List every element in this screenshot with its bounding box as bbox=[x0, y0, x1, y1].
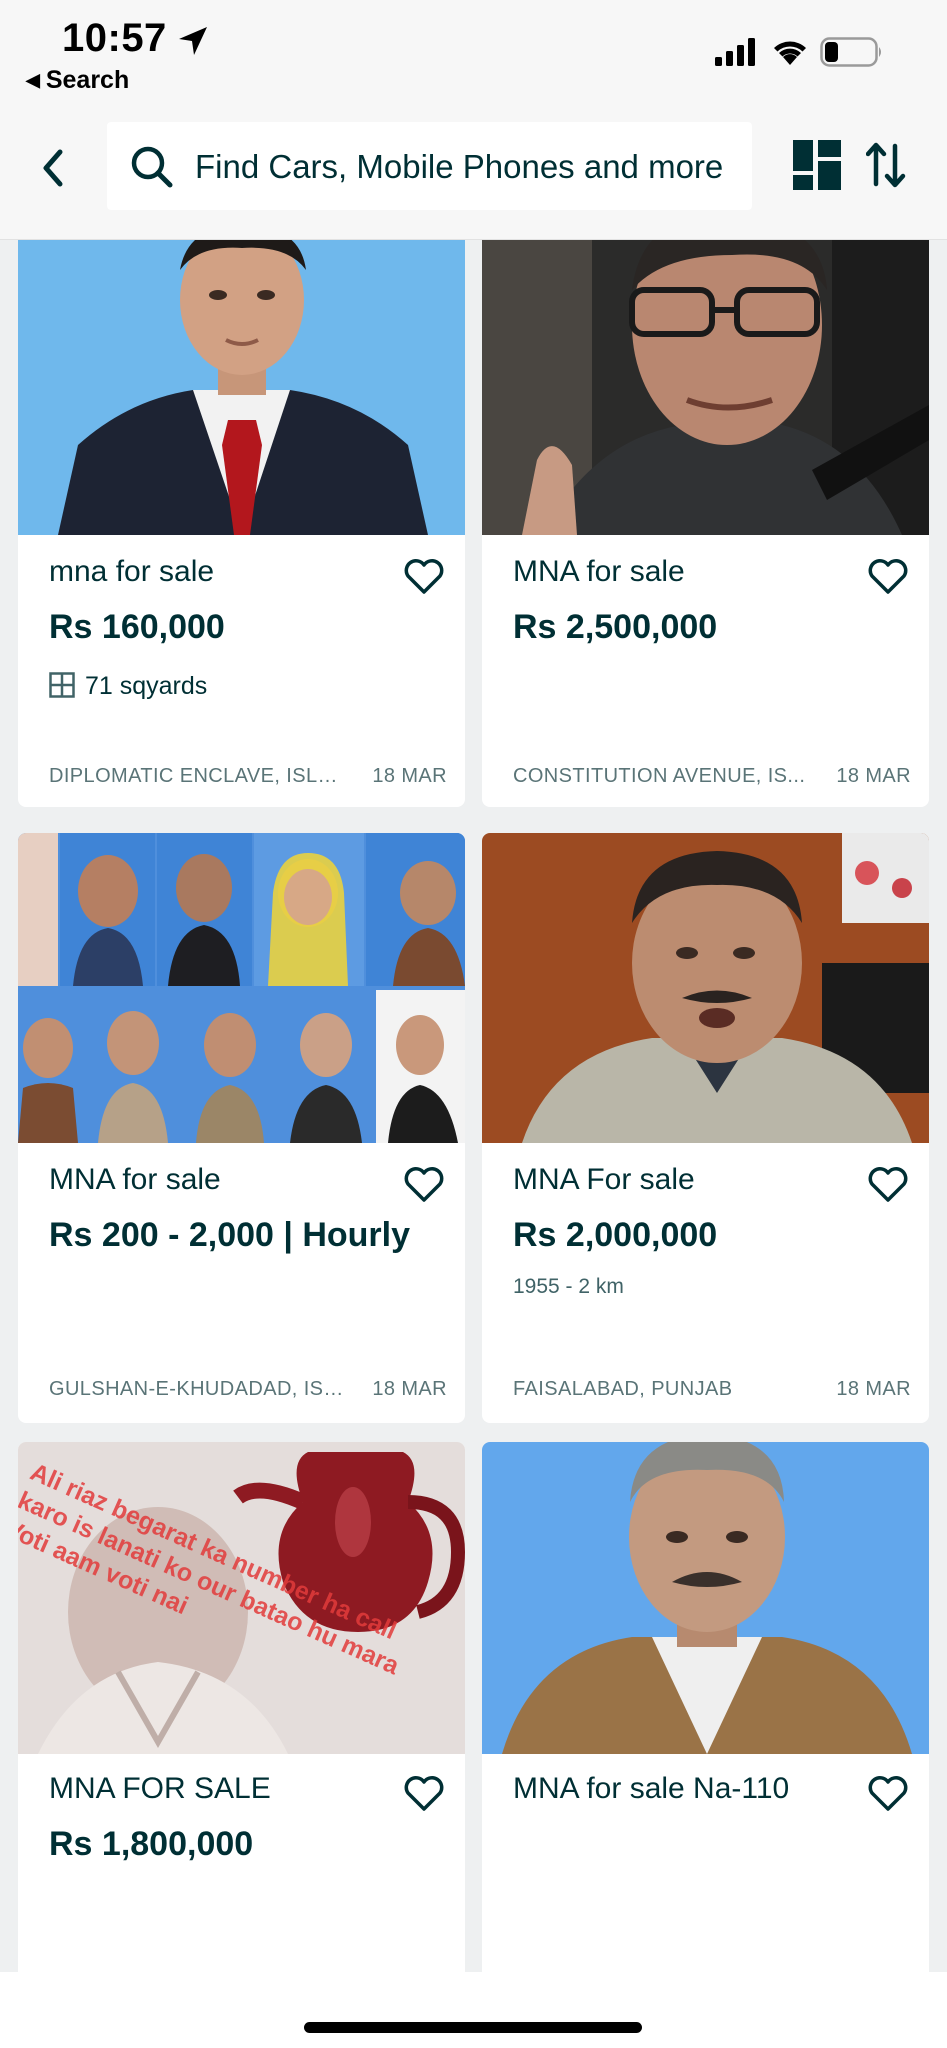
favorite-heart-icon[interactable] bbox=[403, 1775, 445, 1813]
battery-icon bbox=[820, 37, 881, 67]
listing-date: 18 MAR bbox=[836, 765, 911, 787]
status-time: 10:57 bbox=[62, 16, 167, 60]
listing-location: DIPLOMATIC ENCLAVE, ISLA... bbox=[49, 765, 349, 787]
back-arrow-icon[interactable] bbox=[36, 146, 72, 190]
listing-title: MNA FOR SALE bbox=[49, 1772, 271, 1805]
home-indicator-area bbox=[0, 1972, 947, 2048]
location-arrow-icon bbox=[179, 27, 207, 55]
listing-price: Rs 2,000,000 bbox=[513, 1216, 718, 1254]
search-placeholder: Find Cars, Mobile Phones and more bbox=[195, 148, 724, 185]
back-to-app-label: Search bbox=[45, 66, 130, 94]
status-bar: 10:57 ◀ Search bbox=[0, 0, 947, 110]
listing-date: 18 MAR bbox=[836, 1378, 911, 1400]
listing-title: MNA for sale bbox=[513, 555, 685, 588]
listing-title: MNA for sale bbox=[49, 1163, 221, 1196]
listing-photo bbox=[18, 240, 465, 535]
listing-card[interactable]: MNA for sale Rs 2,500,000 CONSTITUTION A… bbox=[482, 240, 929, 807]
listing-date: 18 MAR bbox=[372, 1378, 447, 1400]
favorite-heart-icon[interactable] bbox=[867, 1166, 909, 1204]
listing-photo bbox=[482, 1442, 929, 1754]
back-to-app-link[interactable]: ◀ Search bbox=[26, 66, 129, 95]
listing-price: Rs 1,800,000 bbox=[49, 1825, 254, 1863]
sort-icon[interactable] bbox=[866, 140, 906, 190]
listing-card[interactable]: MNA for sale Rs 200 - 2,000 | Hourly GUL… bbox=[18, 833, 465, 1423]
search-icon bbox=[131, 146, 173, 188]
listing-photo bbox=[482, 240, 929, 535]
wifi-icon bbox=[774, 41, 806, 65]
listing-card[interactable]: Ali riaz begarat ka number ha call karo … bbox=[18, 1442, 465, 1972]
cellular-signal-icon bbox=[715, 38, 755, 66]
listing-photo: Ali riaz begarat ka number ha call karo … bbox=[18, 1442, 465, 1754]
listing-card[interactable]: MNA for sale Na-110 bbox=[482, 1442, 929, 1972]
listing-area: 71 sqyards bbox=[49, 672, 207, 701]
listing-price: Rs 2,500,000 bbox=[513, 608, 718, 646]
listing-title: mna for sale bbox=[49, 555, 215, 588]
listing-photo bbox=[18, 833, 465, 1143]
area-grid-icon bbox=[49, 672, 75, 698]
listing-photo bbox=[482, 833, 929, 1143]
grid-view-icon[interactable] bbox=[793, 140, 841, 190]
favorite-heart-icon[interactable] bbox=[403, 1166, 445, 1204]
search-input[interactable]: Find Cars, Mobile Phones and more bbox=[107, 122, 752, 210]
home-indicator[interactable] bbox=[304, 2022, 642, 2033]
listing-location: FAISALABAD, PUNJAB bbox=[513, 1378, 733, 1400]
listing-area-value: 71 sqyards bbox=[85, 672, 208, 700]
favorite-heart-icon[interactable] bbox=[403, 558, 445, 596]
listing-title: MNA for sale Na-110 bbox=[513, 1772, 790, 1805]
favorite-heart-icon[interactable] bbox=[867, 1775, 909, 1813]
listing-location: GULSHAN-E-KHUDADAD, ISL... bbox=[49, 1378, 349, 1400]
favorite-heart-icon[interactable] bbox=[867, 558, 909, 596]
listing-date: 18 MAR bbox=[372, 765, 447, 787]
listing-location: CONSTITUTION AVENUE, IS... bbox=[513, 765, 806, 787]
listing-card[interactable]: MNA For sale Rs 2,000,000 1955 - 2 km FA… bbox=[482, 833, 929, 1423]
listing-price: Rs 200 - 2,000 | Hourly bbox=[49, 1216, 411, 1254]
listing-grid: mna for sale Rs 160,000 71 sqyards DIPLO… bbox=[0, 240, 947, 1972]
listing-card[interactable]: mna for sale Rs 160,000 71 sqyards DIPLO… bbox=[18, 240, 465, 807]
back-triangle-icon: ◀ bbox=[26, 70, 40, 90]
listing-title: MNA For sale bbox=[513, 1163, 695, 1196]
listing-detail: 1955 - 2 km bbox=[513, 1275, 624, 1298]
search-header: Find Cars, Mobile Phones and more bbox=[0, 110, 947, 240]
listing-price: Rs 160,000 bbox=[49, 608, 225, 646]
